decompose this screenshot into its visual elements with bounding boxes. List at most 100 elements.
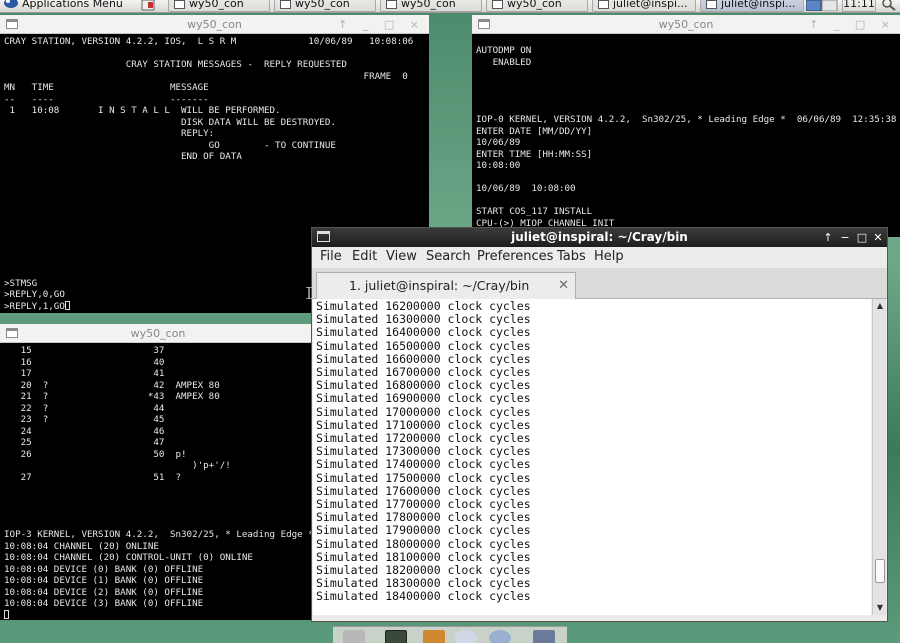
app-finder-icon[interactable] bbox=[489, 630, 511, 643]
terminal-line: CRAY STATION, VERSION 4.2.2, IOS, L S R … bbox=[4, 36, 414, 47]
menu-preferences[interactable]: Preferences bbox=[477, 249, 553, 264]
terminal-line: 10:08:00 bbox=[476, 160, 521, 171]
terminal-line: REPLY: bbox=[4, 128, 215, 139]
window-titlebar[interactable]: juliet@inspiral: ~/Cray/bin ↑ − □ ✕ bbox=[312, 228, 887, 247]
terminal-line: 10:08:04 DEVICE (3) BANK (0) OFFLINE bbox=[4, 598, 204, 609]
window-title: juliet@inspiral: ~/Cray/bin bbox=[511, 230, 688, 244]
window-title: wy50_con bbox=[187, 18, 242, 31]
close-button-icon[interactable]: ✕ bbox=[871, 228, 885, 247]
terminal-line: GO - TO CONTINUE bbox=[4, 139, 336, 151]
taskbar-item-juliet-1[interactable]: juliet@inspi... bbox=[592, 0, 696, 12]
file-manager-icon[interactable] bbox=[423, 630, 445, 643]
terminal-line: 10:08:04 CHANNEL (20) CONTROL-UNIT (0) O… bbox=[4, 552, 253, 563]
top-panel: Applications Menu wy50_con wy50_con wy50… bbox=[0, 0, 900, 13]
maximize-button-icon[interactable]: □ bbox=[855, 228, 869, 247]
tab-terminal-1[interactable]: 1. juliet@inspiral: ~/Cray/bin ✕ bbox=[316, 272, 576, 299]
text-cursor bbox=[4, 609, 9, 619]
scroll-up-arrow-icon[interactable]: ▲ bbox=[874, 300, 886, 312]
workspace-switcher-icon[interactable] bbox=[806, 0, 838, 11]
terminal-line: Simulated 17000000 clock cycles bbox=[316, 404, 531, 419]
folder-icon[interactable] bbox=[533, 630, 555, 643]
terminal-line: 10/06/89 bbox=[476, 137, 521, 148]
terminal-line: END OF DATA bbox=[4, 151, 242, 162]
menu-help[interactable]: Help bbox=[594, 249, 624, 264]
terminal-icon bbox=[706, 0, 717, 9]
terminal-line: Simulated 16500000 clock cycles bbox=[316, 338, 531, 353]
console-window-iop3[interactable]: wy50_con 15 37 16 40 17 41 20 ? 42 AMPEX… bbox=[0, 324, 316, 620]
terminal-line: 10:08:04 DEVICE (0) BANK (0) OFFLINE bbox=[4, 563, 204, 575]
terminal-line: 15 37 bbox=[4, 345, 165, 356]
terminal-line: 10:08:04 CHANNEL (20) ONLINE bbox=[4, 540, 159, 552]
search-icon[interactable] bbox=[880, 0, 898, 11]
tab-bar: 1. juliet@inspiral: ~/Cray/bin ✕ bbox=[312, 268, 887, 299]
text-cursor-icon bbox=[306, 287, 312, 299]
terminal-line: 24 46 bbox=[4, 425, 165, 437]
taskbar-item-wy50-4[interactable]: wy50_con bbox=[486, 0, 588, 12]
terminal-line: AUTODMP ON bbox=[476, 45, 532, 56]
menu-edit[interactable]: Edit bbox=[352, 249, 377, 264]
scrollbar-thumb[interactable] bbox=[875, 558, 885, 583]
tab-close-icon[interactable]: ✕ bbox=[558, 273, 569, 299]
terminal-line: 20 ? 42 AMPEX 80 bbox=[4, 379, 220, 391]
terminal-line: 21 ? *43 AMPEX 80 bbox=[4, 391, 220, 402]
bottom-dock bbox=[333, 626, 567, 643]
terminal-line: 26 50 p! bbox=[4, 448, 187, 460]
tab-label: 1. juliet@inspiral: ~/Cray/bin bbox=[349, 278, 530, 293]
menu-bar: File Edit View Search Preferences Tabs H… bbox=[312, 247, 887, 268]
window-titlebar[interactable]: wy50_con ↑ _ □ × bbox=[472, 15, 900, 34]
terminal-line: START COS_117 INSTALL bbox=[476, 206, 593, 217]
terminal-line: 17 41 bbox=[4, 368, 165, 379]
menu-search[interactable]: Search bbox=[426, 249, 471, 264]
terminal-line: Simulated 18000000 clock cycles bbox=[316, 536, 531, 551]
terminal-line: 25 47 bbox=[4, 437, 165, 448]
window-controls[interactable]: ↑ _ □ × bbox=[809, 15, 896, 34]
gnome-terminal-window[interactable]: juliet@inspiral: ~/Cray/bin ↑ − □ ✕ File… bbox=[311, 227, 888, 622]
console-window-iop0[interactable]: wy50_con ↑ _ □ × AUTODMP ON ENABLED IOP-… bbox=[472, 15, 900, 237]
vertical-scrollbar[interactable]: ▲ ▼ bbox=[872, 299, 886, 615]
terminal-icon bbox=[174, 0, 185, 9]
taskbar-item-juliet-2[interactable]: juliet@inspi... bbox=[700, 0, 804, 12]
console-screen[interactable]: AUTODMP ON ENABLED IOP-0 KERNEL, VERSION… bbox=[472, 45, 900, 237]
web-browser-icon[interactable] bbox=[455, 630, 477, 643]
terminal-line: IOP-0 KERNEL, VERSION 4.2.2, Sn302/25, *… bbox=[476, 114, 897, 125]
terminal-icon bbox=[386, 0, 397, 9]
menu-view[interactable]: View bbox=[386, 249, 417, 264]
show-desktop-icon[interactable] bbox=[343, 630, 365, 643]
terminal-line: Simulated 16400000 clock cycles bbox=[316, 325, 531, 340]
terminal-line: Simulated 16900000 clock cycles bbox=[316, 391, 531, 406]
menu-file[interactable]: File bbox=[320, 249, 342, 264]
clock[interactable]: 11:11 bbox=[842, 0, 876, 12]
taskbar-item-wy50-1[interactable]: wy50_con bbox=[168, 0, 270, 12]
terminal-launcher-icon[interactable] bbox=[385, 630, 407, 643]
minimize-button-icon[interactable]: − bbox=[838, 228, 852, 247]
console-screen[interactable]: 15 37 16 40 17 41 20 ? 42 AMPEX 80 21 ? … bbox=[0, 345, 316, 620]
taskbar-item-wy50-3[interactable]: wy50_con bbox=[380, 0, 482, 12]
terminal-line: MN TIME MESSAGE bbox=[4, 82, 209, 93]
terminal-line: 16 40 bbox=[4, 356, 165, 368]
terminal-line: FRAME 0 bbox=[4, 70, 408, 82]
terminal-line: Simulated 18400000 clock cycles bbox=[316, 589, 531, 604]
window-controls[interactable]: ↑ _ □ × bbox=[338, 15, 425, 34]
window-titlebar[interactable]: wy50_con bbox=[0, 324, 316, 343]
resize-strip bbox=[312, 615, 887, 621]
shade-button-icon[interactable]: ↑ bbox=[821, 228, 835, 247]
launcher-icon[interactable] bbox=[141, 0, 155, 11]
terminal-line: 23 ? 45 bbox=[4, 414, 165, 425]
terminal-icon bbox=[598, 0, 609, 9]
terminal-line: 1 10:08 I N S T A L L WILL BE PERFORMED. bbox=[4, 105, 281, 116]
applications-menu-label: Applications Menu bbox=[22, 0, 123, 10]
terminal-output[interactable]: Simulated 16200000 clock cycles Simulated… bbox=[313, 299, 871, 615]
menu-tabs[interactable]: Tabs bbox=[557, 249, 586, 264]
window-titlebar[interactable]: wy50_con ↑ _ □ × bbox=[0, 15, 429, 34]
terminal-line: DISK DATA WILL BE DESTROYED. bbox=[4, 116, 336, 128]
terminal-line: )'p+'/! bbox=[4, 460, 231, 471]
terminal-line: ENABLED bbox=[476, 56, 532, 68]
taskbar-item-wy50-2[interactable]: wy50_con bbox=[274, 0, 376, 12]
scroll-down-arrow-icon[interactable]: ▼ bbox=[874, 602, 886, 614]
applications-menu-button[interactable]: Applications Menu bbox=[0, 0, 134, 12]
